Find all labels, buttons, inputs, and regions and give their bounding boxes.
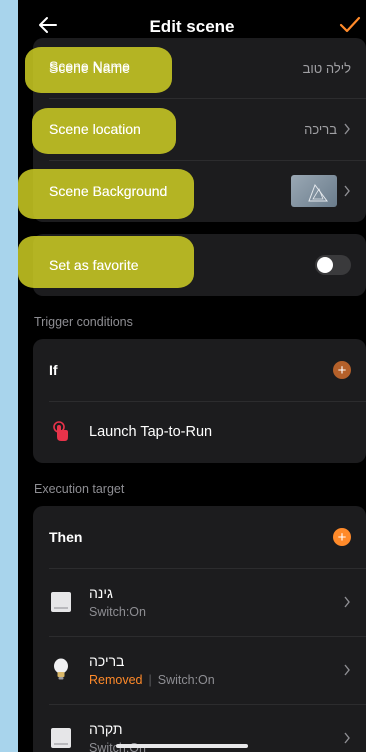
check-icon[interactable] [338,13,362,37]
device-status: Switch:On [89,605,146,619]
trigger-section-label: Trigger conditions [34,315,133,329]
scene-name-value: לילה טוב [302,60,351,76]
launch-label: Launch Tap-to-Run [89,424,213,440]
if-row: If + [33,339,366,401]
add-trigger-plus-icon[interactable]: + [333,361,351,379]
scene-location-label-overlay: Scene location [49,121,141,137]
scene-location-value-wrap: בריכה [304,122,351,137]
divider: | [148,673,152,687]
execution-section-label: Execution target [34,482,125,496]
scene-background-value [291,175,351,207]
light-bulb-icon [49,658,73,682]
background-thumbnail [291,175,337,207]
home-indicator[interactable] [116,744,248,748]
scene-background-label-overlay: Scene Background [49,183,168,199]
device-text: גינה Switch:On [89,585,146,619]
favorite-label-overlay: Set as favorite [49,257,139,273]
chevron-right-icon [344,123,350,135]
switch-panel-icon [49,726,73,750]
favorite-toggle[interactable] [315,255,351,275]
chevron-right-icon [344,185,350,197]
add-action-plus-icon[interactable]: + [333,528,351,546]
toggle-knob [317,257,333,273]
switch-panel-icon [49,590,73,614]
removed-badge: Removed [89,673,143,687]
scene-location-value: בריכה [304,121,337,137]
arrow-left-icon[interactable] [36,13,60,37]
device-text: בריכה Removed | Switch:On [89,653,215,687]
device-name: תקרה [89,721,123,737]
device-status-line: Removed | Switch:On [89,673,215,687]
device-chevron [343,732,351,744]
then-label: Then [49,529,83,545]
device-chevron [343,596,351,608]
device-name: גינה [89,585,113,601]
execution-card: Then + גינה Switch:On בריכה Removed | Swi [33,506,366,752]
device-chevron [343,664,351,676]
launch-row[interactable]: Launch Tap-to-Run [33,401,366,463]
device-status: Switch:On [157,673,215,687]
device-row[interactable]: בריכה Removed | Switch:On [33,636,366,704]
chevron-right-icon [344,596,350,608]
device-name: בריכה [89,653,125,669]
page-title: Edit scene [149,17,235,36]
phone-screen: Edit scene Scene Name לילה טוב Scene loc… [18,0,366,752]
if-label: If [49,362,58,378]
device-row[interactable]: גינה Switch:On [33,568,366,636]
then-row: Then + [33,506,366,568]
trigger-card: If + Launch Tap-to-Run [33,339,366,463]
chevron-right-icon [344,732,350,744]
mountain-icon [308,183,328,202]
tap-hand-icon [49,420,73,444]
chevron-right-icon [344,664,350,676]
scene-name-label-overlay: Scene Name [49,58,130,74]
